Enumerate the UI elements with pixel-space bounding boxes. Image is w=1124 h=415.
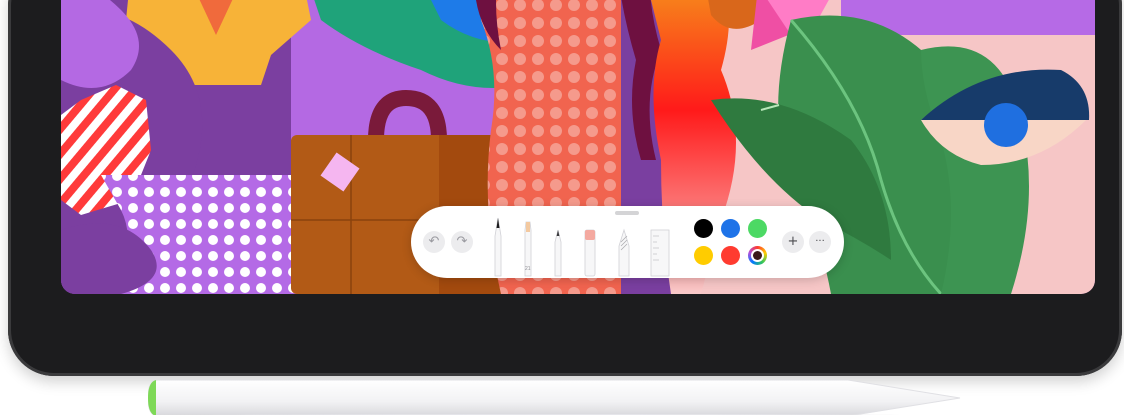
ipad-device: ↶ ↷ 21 + ··· [8,0,1122,376]
color-swatch-blue[interactable] [721,219,740,238]
color-swatch-green[interactable] [748,219,767,238]
redo-button[interactable]: ↷ [451,231,473,253]
add-button[interactable]: + [782,231,804,253]
pen-tool[interactable] [489,216,507,278]
color-swatch-red[interactable] [721,246,740,265]
lasso-tool[interactable] [615,216,633,278]
apple-pencil [148,379,961,415]
pencil-tool[interactable] [549,216,567,278]
marker-size-label: 21 [525,266,531,272]
color-swatch-yellow[interactable] [694,246,713,265]
eraser-icon [584,229,596,277]
marker-tool[interactable]: 21 [519,216,537,278]
ruler-icon [650,229,670,277]
color-swatch-black[interactable] [694,219,713,238]
markup-toolbar: ↶ ↷ 21 + ··· [411,206,844,278]
ellipsis-icon: ··· [815,236,825,247]
pen-icon [494,217,502,277]
current-color-dot [753,251,762,260]
color-picker-wheel[interactable] [748,246,767,265]
eraser-tool[interactable] [581,216,599,278]
more-button[interactable]: ··· [809,231,831,253]
toolbar-grabber[interactable] [615,211,639,215]
ruler-tool[interactable] [649,216,671,278]
ipad-screen: ↶ ↷ 21 + ··· [61,0,1095,294]
pencil-icon [554,229,562,277]
lasso-icon [618,228,630,277]
redo-icon: ↷ [456,234,468,249]
product-scene: ↶ ↷ 21 + ··· [0,0,1124,415]
plus-icon: + [787,234,799,249]
undo-icon: ↶ [428,234,440,249]
undo-button[interactable]: ↶ [423,231,445,253]
